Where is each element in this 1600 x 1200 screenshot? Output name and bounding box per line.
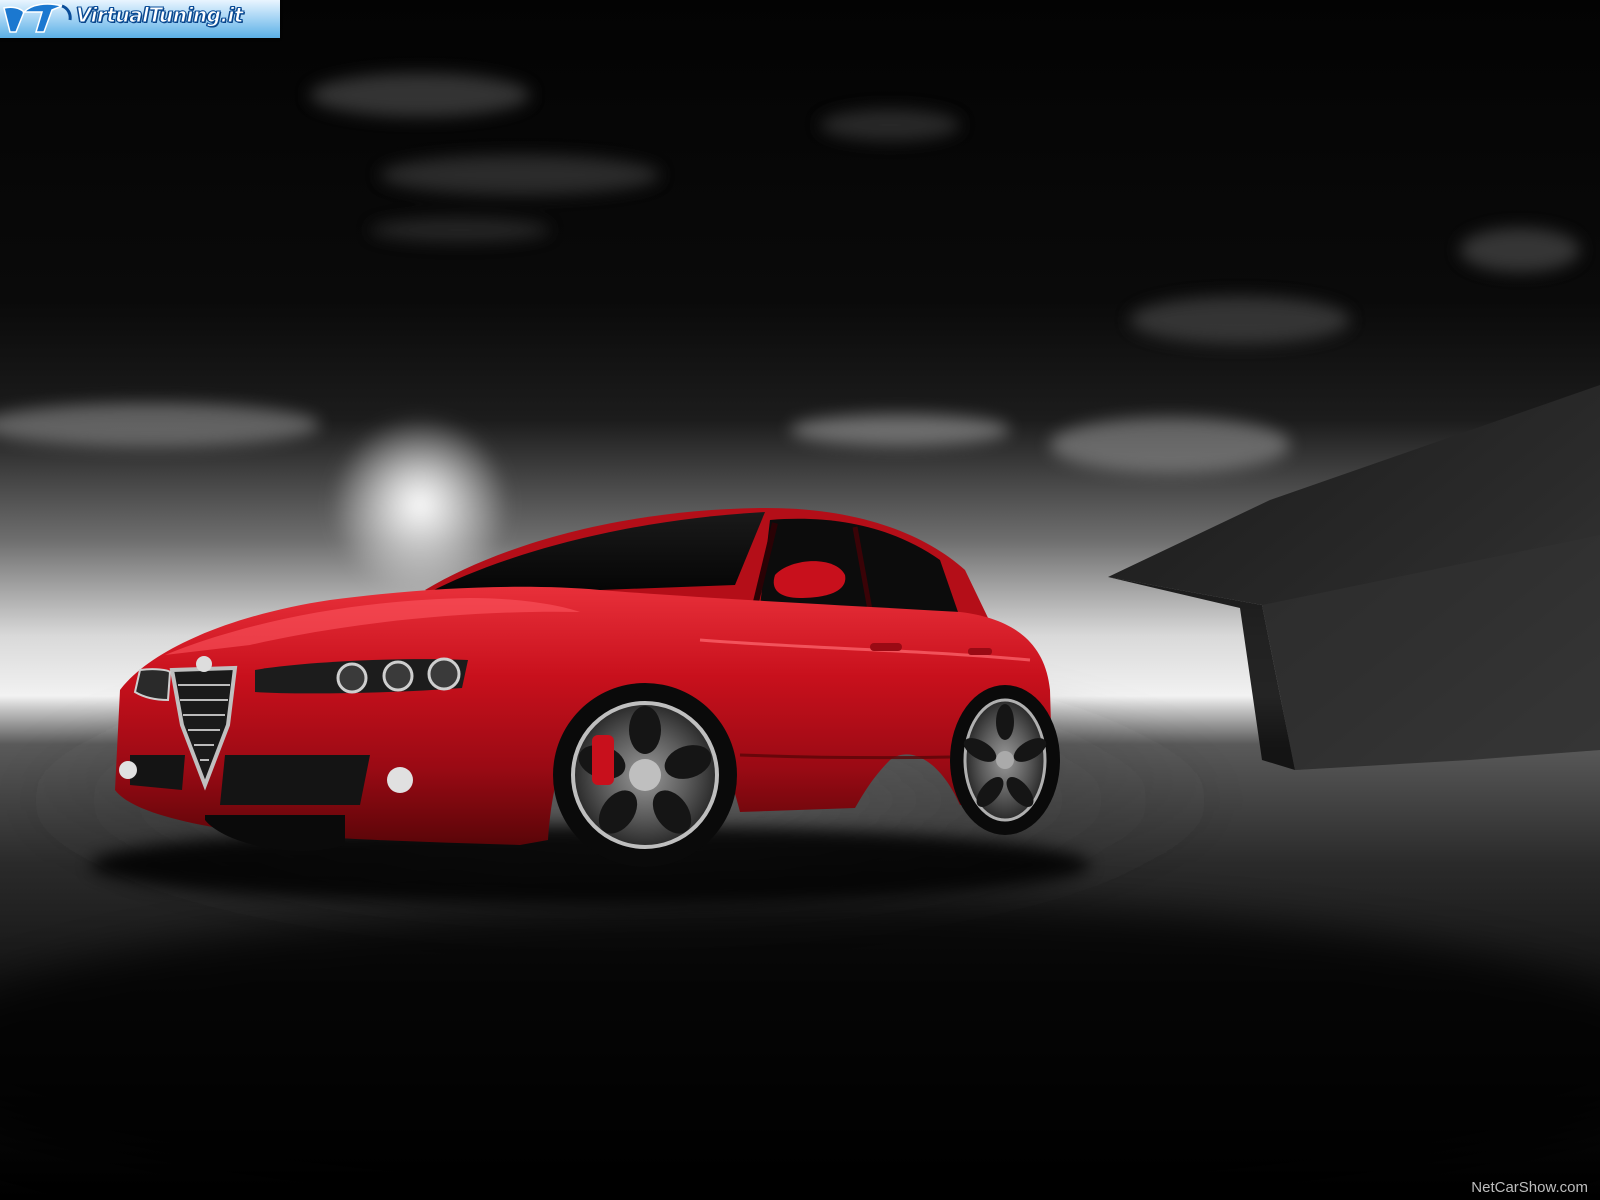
front-wheel [553, 683, 737, 867]
watermark-site-name: VirtualTuning.it [76, 3, 244, 28]
watermark-banner: VirtualTuning.it [0, 0, 280, 38]
car-photo [0, 0, 1600, 1200]
rear-wheel [950, 685, 1060, 835]
photo-scene: VirtualTuning.it NetCarShow.com [0, 0, 1600, 1200]
photo-credit: NetCarShow.com [1471, 1179, 1588, 1196]
vt-logo-icon [3, 3, 72, 33]
